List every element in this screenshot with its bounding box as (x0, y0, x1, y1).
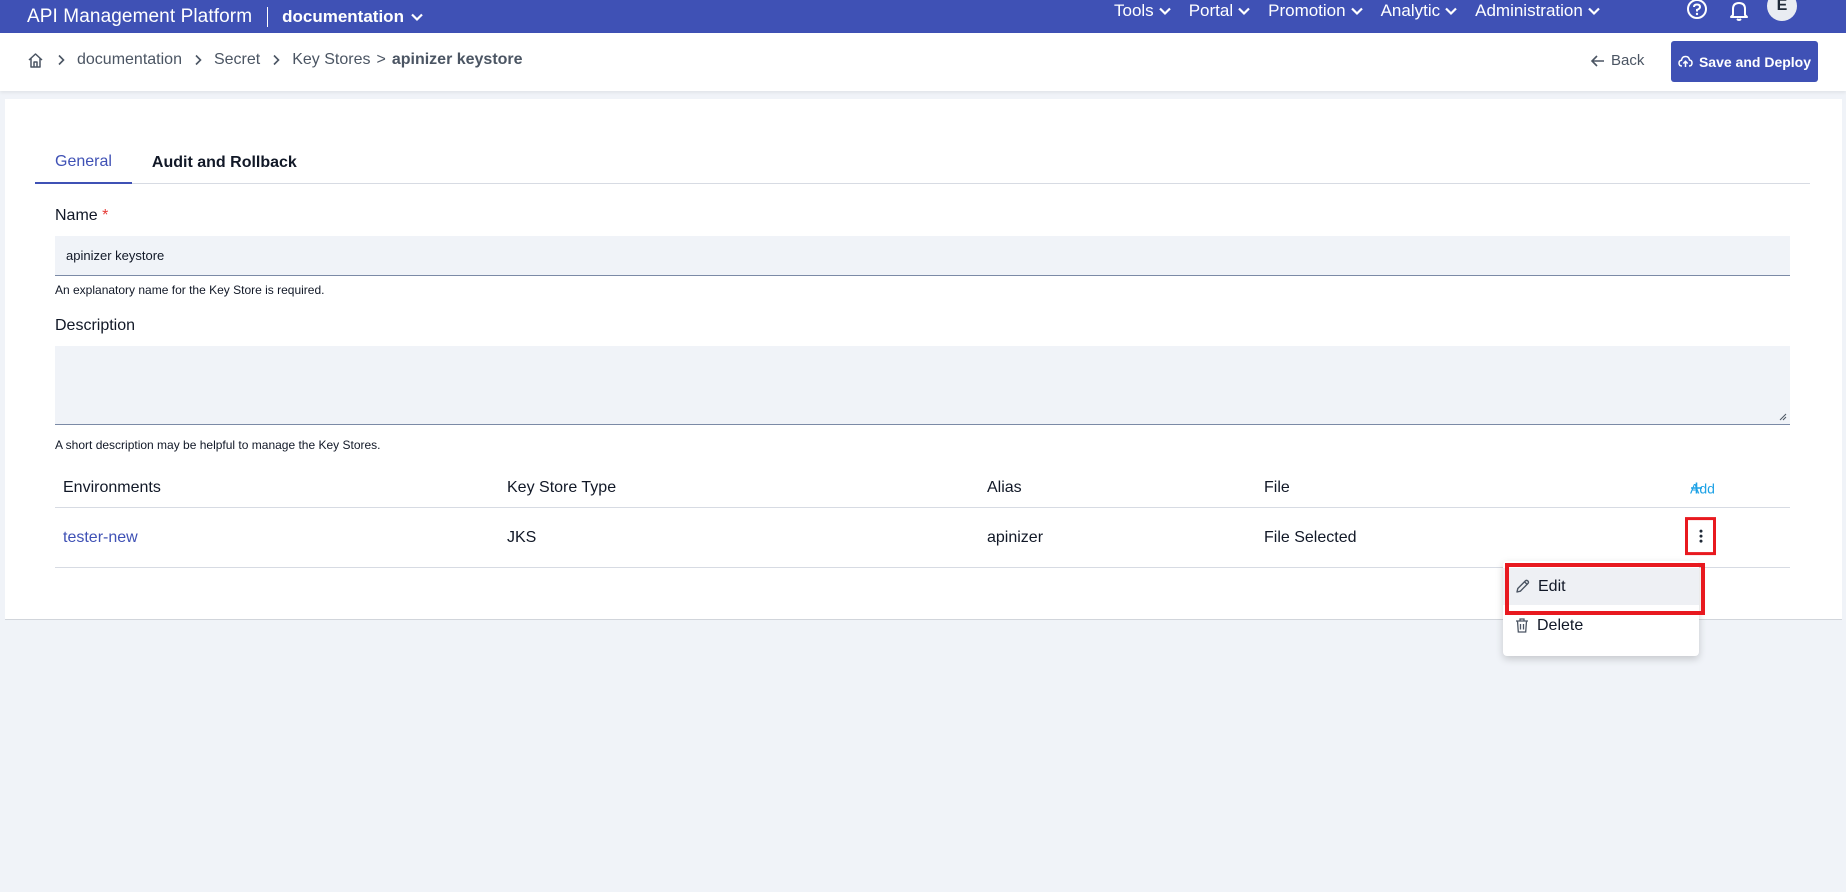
breadcrumb: documentation Secret Key Stores > apiniz… (27, 51, 523, 69)
notifications-button[interactable] (1725, 0, 1753, 22)
key-store-type-cell: JKS (507, 528, 537, 546)
menu-label: Tools (1114, 1, 1154, 20)
trash-icon (1516, 618, 1528, 633)
top-nav-bar: API Management Platform documentation To… (0, 0, 1846, 33)
menu-promotion[interactable]: Promotion (1268, 1, 1363, 21)
alias-cell: apinizer (987, 528, 1044, 546)
description-label: Description (55, 317, 136, 334)
table-header: Environments Key Store Type Alias File A… (55, 469, 1790, 508)
chevron-down-icon (1158, 7, 1171, 16)
menu-label: Administration (1475, 1, 1583, 20)
cloud-upload-icon (1678, 55, 1693, 67)
bell-icon (1730, 2, 1748, 21)
deploy-label: Save and Deploy (1698, 53, 1812, 70)
row-actions-menu: Edit Delete (1503, 561, 1699, 656)
breadcrumb-current: apinizer keystore (391, 51, 523, 68)
arrow-left-icon (1590, 54, 1604, 67)
chevron-down-icon (1238, 7, 1250, 16)
name-label: Name * (55, 207, 108, 225)
column-header-environments: Environments (63, 479, 161, 496)
name-hint: An explanatory name for the Key Store is… (55, 283, 325, 297)
app-title: API Management Platform (27, 5, 253, 27)
home-link[interactable] (27, 51, 45, 69)
tab-bar: General Audit and Rollback (35, 141, 1810, 184)
chevron-down-icon (1588, 7, 1600, 16)
home-icon (28, 52, 43, 68)
save-and-deploy-button[interactable]: Save and Deploy (1671, 41, 1818, 82)
top-nav-icons: E (1683, 0, 1797, 22)
back-button[interactable]: Back (1590, 52, 1644, 69)
tab-general[interactable]: General (35, 141, 132, 184)
name-input[interactable] (55, 236, 1790, 276)
description-hint: A short description may be helpful to ma… (55, 438, 381, 452)
file-cell: File Selected (1264, 528, 1357, 546)
delete-label: Delete (1537, 616, 1584, 634)
title-divider (267, 6, 269, 27)
breadcrumb-separator: > (376, 51, 386, 68)
breadcrumb-item-documentation[interactable]: documentation (77, 51, 182, 69)
chevron-down-icon (1350, 7, 1363, 16)
name-label-text: Name (55, 207, 98, 224)
table-row: tester-new JKS apinizer File Selected (55, 508, 1790, 568)
help-icon (1687, 0, 1707, 19)
column-header-file: File (1264, 479, 1290, 496)
breadcrumb-item-key-stores[interactable]: Key Stores (292, 51, 370, 69)
key-store-form-card: General Audit and Rollback Name * An exp… (5, 99, 1842, 620)
workspace-selector[interactable]: documentation (282, 7, 424, 27)
chevron-down-icon (411, 13, 423, 21)
description-textarea[interactable] (55, 346, 1790, 425)
required-mark: * (102, 207, 109, 224)
workspace-label: documentation (282, 6, 404, 26)
pencil-icon (1516, 579, 1530, 593)
menu-label: Analytic (1380, 1, 1441, 20)
menu-item-edit[interactable]: Edit (1503, 568, 1699, 605)
menu-tools[interactable]: Tools (1114, 1, 1172, 21)
add-button[interactable]: Add (1690, 480, 1715, 496)
chevron-down-icon (1445, 7, 1457, 16)
column-header-alias: Alias (987, 479, 1022, 496)
chevron-right-icon (52, 54, 70, 66)
environment-link[interactable]: tester-new (63, 529, 138, 547)
back-label: Back (1611, 52, 1645, 69)
main-menu: Tools Portal Promotion Analytic Administ… (1114, 0, 1618, 22)
more-vertical-icon (1699, 529, 1702, 543)
menu-label: Promotion (1268, 1, 1346, 20)
row-actions-button[interactable] (1685, 516, 1716, 555)
chevron-right-icon (267, 54, 285, 66)
menu-administration[interactable]: Administration (1475, 1, 1601, 21)
menu-portal[interactable]: Portal (1189, 1, 1251, 21)
menu-label: Portal (1188, 1, 1234, 20)
resize-handle-icon[interactable] (1779, 413, 1787, 421)
menu-item-delete[interactable]: Delete (1503, 607, 1699, 644)
edit-label: Edit (1538, 577, 1566, 595)
breadcrumb-bar: documentation Secret Key Stores > apiniz… (0, 33, 1846, 91)
breadcrumb-item-secret[interactable]: Secret (214, 51, 260, 69)
user-avatar[interactable]: E (1767, 0, 1797, 21)
chevron-right-icon (189, 54, 207, 66)
column-header-key-store-type: Key Store Type (507, 479, 617, 496)
tab-audit-and-rollback[interactable]: Audit and Rollback (132, 141, 317, 184)
help-button[interactable] (1683, 0, 1711, 22)
add-label: Add (1690, 480, 1715, 496)
menu-analytic[interactable]: Analytic (1381, 1, 1459, 21)
